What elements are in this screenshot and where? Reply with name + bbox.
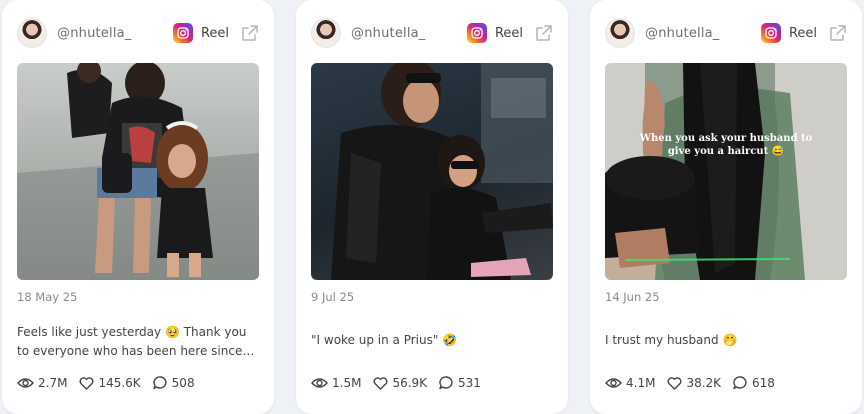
post-stats: 2.7M 145.6K 508: [17, 376, 207, 390]
reel-label: Reel: [788, 25, 817, 41]
posts-grid: @nhutella_ Reel 18 May 25 Feels like jus…: [0, 0, 864, 414]
external-link-icon[interactable]: [535, 24, 553, 42]
eye-icon: [311, 378, 328, 388]
external-link-icon[interactable]: [241, 24, 259, 42]
comments-stat: 618: [733, 376, 775, 390]
views-count: 4.1M: [626, 376, 656, 390]
comment-icon: [152, 376, 167, 390]
post-date: 18 May 25: [17, 290, 78, 304]
post-thumbnail[interactable]: When you ask your husband to give you a …: [605, 63, 847, 280]
post-caption: "I woke up in a Prius" 🤣: [311, 323, 553, 350]
instagram-icon: [466, 23, 487, 43]
heart-icon: [373, 376, 388, 390]
instagram-icon: [172, 23, 193, 43]
heart-icon: [667, 376, 682, 390]
overlay-caption-line: give you a haircut 😅: [668, 145, 784, 157]
views-stat: 1.5M: [311, 376, 361, 390]
comments-count: 618: [752, 376, 775, 390]
account-handle[interactable]: @nhutella_: [57, 26, 132, 41]
comment-icon: [733, 376, 747, 390]
overlay-caption-line: When you ask your husband to: [639, 133, 813, 144]
avatar[interactable]: [605, 18, 635, 48]
post-stats: 1.5M 56.9K 531: [311, 376, 493, 390]
views-stat: 4.1M: [605, 376, 655, 390]
post-card[interactable]: @nhutella_ Reel: [590, 0, 862, 414]
likes-count: 145.6K: [98, 376, 141, 390]
eye-icon: [605, 378, 622, 388]
likes-count: 56.9K: [392, 376, 428, 390]
external-link-icon[interactable]: [829, 24, 847, 42]
post-caption: I trust my husband 🤭: [605, 323, 847, 350]
reel-label: Reel: [494, 25, 523, 41]
likes-stat: 56.9K: [373, 376, 427, 390]
post-caption-text: Feels like just yesterday 🥹 Thank you to…: [17, 325, 247, 358]
post-thumbnail[interactable]: [17, 63, 259, 280]
instagram-icon: [760, 23, 781, 43]
post-header: @nhutella_ Reel: [17, 17, 259, 49]
views-stat: 2.7M: [17, 376, 67, 390]
post-date: 14 Jun 25: [605, 290, 660, 304]
reel-label: Reel: [200, 25, 229, 41]
reel-indicator: Reel: [466, 23, 553, 43]
reel-indicator: Reel: [172, 23, 259, 43]
eye-icon: [17, 378, 34, 388]
account-handle[interactable]: @nhutella_: [351, 26, 426, 41]
post-header: @nhutella_ Reel: [605, 17, 847, 49]
post-caption: Feels like just yesterday 🥹 Thank you to…: [17, 323, 259, 361]
likes-stat: 145.6K: [79, 376, 141, 390]
comments-stat: 531: [439, 376, 481, 390]
comments-count: 531: [458, 376, 481, 390]
post-caption-text: I trust my husband 🤭: [605, 333, 738, 347]
post-caption-text: "I woke up in a Prius" 🤣: [311, 333, 458, 347]
reel-indicator: Reel: [760, 23, 847, 43]
likes-count: 38.2K: [686, 376, 722, 390]
heart-icon: [79, 376, 94, 390]
post-card[interactable]: @nhutella_ Reel: [2, 0, 274, 414]
post-date: 9 Jul 25: [311, 290, 355, 304]
post-header: @nhutella_ Reel: [311, 17, 553, 49]
comments-stat: 508: [152, 376, 195, 390]
comments-count: 508: [171, 376, 195, 390]
account-handle[interactable]: @nhutella_: [645, 26, 720, 41]
post-stats: 4.1M 38.2K 618: [605, 376, 787, 390]
views-count: 2.7M: [38, 376, 68, 390]
avatar[interactable]: [311, 18, 341, 48]
post-thumbnail[interactable]: [311, 63, 553, 280]
likes-stat: 38.2K: [667, 376, 721, 390]
post-card[interactable]: @nhutella_ Reel: [296, 0, 568, 414]
avatar[interactable]: [17, 18, 47, 48]
views-count: 1.5M: [332, 376, 362, 390]
comment-icon: [439, 376, 453, 390]
